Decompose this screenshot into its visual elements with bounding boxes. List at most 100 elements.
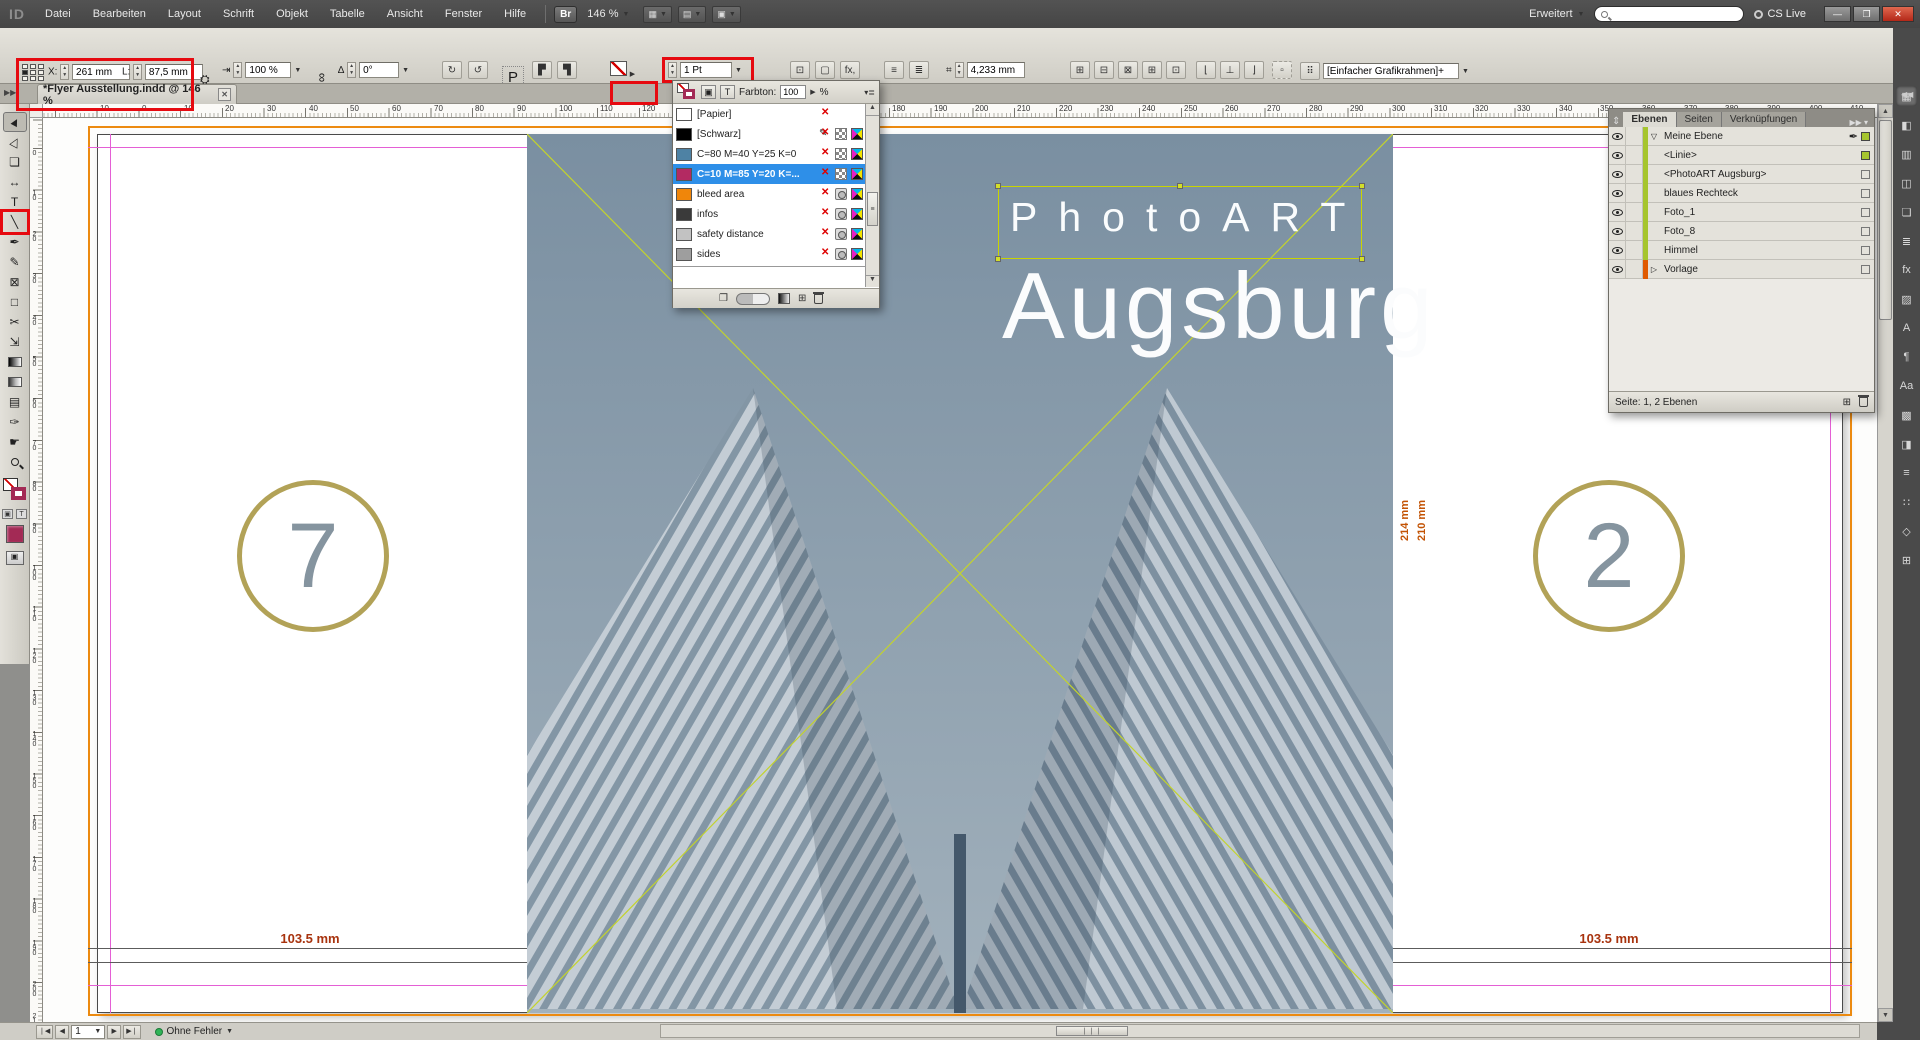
- wrap-around-button[interactable]: ≣: [909, 61, 929, 79]
- dock-panel-icon[interactable]: ◫: [1896, 173, 1917, 193]
- object-style-input[interactable]: [1323, 63, 1459, 79]
- dock-panel-icon[interactable]: ≣: [1896, 231, 1917, 251]
- dashed-frame-button[interactable]: ▫: [1272, 61, 1292, 79]
- layer-row[interactable]: ▷ Vorlage: [1609, 260, 1874, 279]
- l-stepper[interactable]: ▲▼: [133, 64, 142, 80]
- expand-panels-icon[interactable]: ◀◀: [1901, 90, 1913, 99]
- lock-cell[interactable]: [1626, 146, 1643, 165]
- layer-row[interactable]: ▽ Meine Ebene ✒: [1609, 127, 1874, 146]
- menu-item[interactable]: Bearbeiten: [82, 0, 157, 28]
- tool-button[interactable]: ►: [3, 112, 27, 132]
- new-layer-button[interactable]: ⊞: [1843, 397, 1851, 408]
- layer-name[interactable]: blaues Rechteck: [1660, 188, 1738, 199]
- visibility-cell[interactable]: [1609, 165, 1626, 184]
- ruler-origin[interactable]: [30, 104, 43, 118]
- selection-handle[interactable]: [1359, 256, 1365, 262]
- rotation-input[interactable]: [359, 62, 399, 78]
- tint-slider-icon[interactable]: ▶: [810, 88, 815, 96]
- vertical-scroll-thumb[interactable]: [1879, 120, 1892, 320]
- document-tab[interactable]: *Flyer Ausstellung.indd @ 146 % ✕: [37, 84, 237, 104]
- dock-panel-icon[interactable]: ⊞: [1896, 550, 1917, 570]
- tool-button[interactable]: ❏: [3, 152, 27, 172]
- selection-handle[interactable]: [1177, 183, 1183, 189]
- cs-live-button[interactable]: CS Live: [1754, 8, 1806, 20]
- corner-radius-stepper[interactable]: ▲▼: [955, 62, 964, 78]
- canvas-area[interactable]: 1001020304050607080901001101201301401501…: [0, 104, 1877, 1022]
- augsburg-text[interactable]: Augsburg: [1002, 252, 1422, 360]
- layer-row[interactable]: Foto_1: [1609, 203, 1874, 222]
- screen-mode-dropdown[interactable]: ▤▼: [678, 6, 706, 23]
- scroll-thumb[interactable]: ≡: [867, 192, 878, 226]
- tool-button[interactable]: ▷: [3, 132, 27, 152]
- margin-guide-left[interactable]: [110, 134, 111, 1013]
- swatch-row[interactable]: [Schwarz] ✎: [673, 124, 866, 144]
- previous-page-button[interactable]: ◀: [55, 1025, 69, 1039]
- layer-name[interactable]: Foto_1: [1660, 207, 1695, 218]
- layer-name[interactable]: <PhotoART Augsburg>: [1660, 169, 1767, 180]
- formatting-text-button[interactable]: T: [720, 85, 735, 99]
- bridge-button[interactable]: Br: [554, 6, 577, 23]
- select-content-button[interactable]: ▜: [557, 61, 577, 79]
- swatch-row[interactable]: [Papier]: [673, 104, 866, 124]
- page-number-circle-left[interactable]: 7: [237, 480, 389, 632]
- tab-close-icon[interactable]: ✕: [218, 88, 231, 101]
- scale-x-stepper[interactable]: ▲▼: [233, 62, 242, 78]
- horizontal-scrollbar[interactable]: ❘❘❘: [660, 1024, 1860, 1038]
- selection-square[interactable]: [1861, 189, 1870, 198]
- tool-button[interactable]: ↔: [3, 172, 27, 192]
- effects-button[interactable]: fx,: [840, 61, 860, 79]
- tool-button[interactable]: [3, 372, 27, 392]
- tool-button[interactable]: ▤: [3, 392, 27, 412]
- delete-swatch-button[interactable]: [814, 294, 823, 304]
- lock-cell[interactable]: [1626, 241, 1643, 260]
- page-number-dropdown[interactable]: 1▼: [71, 1025, 105, 1039]
- new-swatch-button[interactable]: ⊞: [798, 293, 806, 304]
- rotation-control[interactable]: ∆▲▼ ▼: [338, 62, 409, 78]
- search-box[interactable]: [1594, 6, 1744, 22]
- selection-handle[interactable]: [1359, 183, 1365, 189]
- panel-tab[interactable]: Ebenen: [1623, 112, 1676, 127]
- fit-proportional-button[interactable]: ⊞: [1142, 61, 1162, 79]
- visibility-cell[interactable]: [1609, 184, 1626, 203]
- layer-row[interactable]: <PhotoART Augsburg>: [1609, 165, 1874, 184]
- align-right-button[interactable]: ⌋: [1244, 61, 1264, 79]
- swatch-views-button[interactable]: ❐: [719, 293, 728, 304]
- select-container-button[interactable]: ▛: [532, 61, 552, 79]
- scale-x-input[interactable]: [245, 62, 291, 78]
- delete-layer-button[interactable]: [1859, 397, 1868, 407]
- layer-row[interactable]: Foto_8: [1609, 222, 1874, 241]
- next-page-button[interactable]: ▶: [107, 1025, 121, 1039]
- swatch-row[interactable]: infos: [673, 204, 866, 224]
- horizontal-ruler[interactable]: 1001020304050607080901001101201301401501…: [43, 104, 1877, 118]
- workspace-switcher[interactable]: Erweitert▼: [1529, 8, 1584, 20]
- tool-button[interactable]: ☛: [3, 432, 27, 452]
- stroke-weight-stepper[interactable]: ▲▼: [668, 62, 677, 78]
- swatch-row[interactable]: safety distance: [673, 224, 866, 244]
- expand-icon[interactable]: ▷: [1648, 265, 1660, 274]
- swatch-row[interactable]: C=80 M=40 Y=25 K=0: [673, 144, 866, 164]
- stroke-weight-input[interactable]: [680, 62, 732, 78]
- stroke-weight-control[interactable]: ▲▼ ▼: [668, 62, 742, 78]
- fill-stroke-proxy-icon[interactable]: [677, 83, 697, 101]
- menu-item[interactable]: Ansicht: [376, 0, 434, 28]
- tool-button[interactable]: ✂: [3, 312, 27, 332]
- fill-stroke-widget[interactable]: [3, 478, 27, 504]
- zoom-level-dropdown[interactable]: 146 %▼: [587, 8, 629, 20]
- dock-panel-icon[interactable]: ◧: [1896, 115, 1917, 135]
- align-center-button[interactable]: ⊥: [1220, 61, 1240, 79]
- fill-proportional-button[interactable]: ⊡: [1166, 61, 1186, 79]
- tool-button[interactable]: [3, 452, 27, 472]
- gradient-button[interactable]: [778, 293, 790, 304]
- selection-square[interactable]: [1861, 227, 1870, 236]
- view-options-dropdown[interactable]: ▦▼: [643, 6, 671, 23]
- menu-item[interactable]: Fenster: [434, 0, 493, 28]
- tint-input[interactable]: [780, 85, 806, 99]
- lock-cell[interactable]: [1626, 203, 1643, 222]
- tool-button[interactable]: ⊠: [3, 272, 27, 292]
- center-content-button[interactable]: ⊠: [1118, 61, 1138, 79]
- layer-name[interactable]: Himmel: [1660, 245, 1698, 256]
- visibility-cell[interactable]: [1609, 222, 1626, 241]
- tool-button[interactable]: [3, 352, 27, 372]
- apply-color-button[interactable]: [6, 525, 24, 543]
- first-page-button[interactable]: ❘◀: [36, 1025, 53, 1039]
